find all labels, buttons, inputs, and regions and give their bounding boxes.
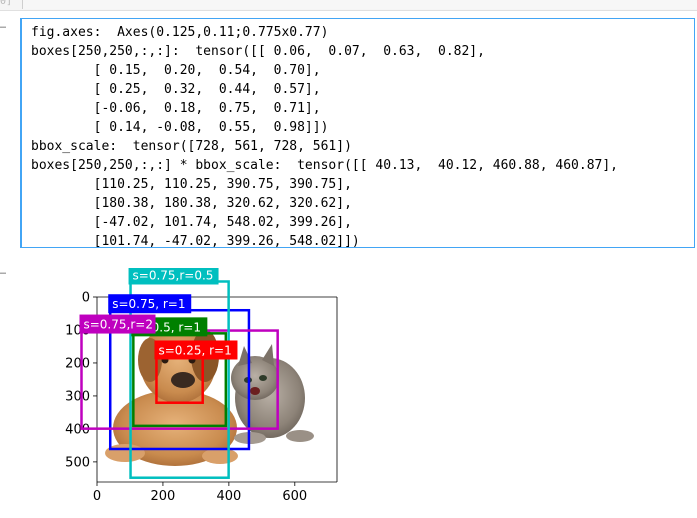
- output-line: boxes[250,250,:,:]: tensor([[ 0.06, 0.07…: [31, 44, 485, 59]
- box-label: s=0.75,r=0.5: [128, 268, 219, 285]
- x-tick-label: 400: [216, 489, 241, 504]
- y-tick-label: 300: [65, 389, 90, 404]
- x-tick-label: 0: [93, 489, 101, 504]
- box-label-text: s=0.25, r=1: [158, 343, 231, 357]
- output-line: [110.25, 110.25, 390.75, 390.75],: [31, 177, 352, 192]
- output-line: bbox_scale: tensor([728, 561, 728, 561]): [31, 139, 352, 154]
- box-label: s=0.75, r=1: [108, 294, 192, 314]
- output-line: [180.38, 180.38, 320.62, 320.62],: [31, 196, 352, 211]
- output-line: boxes[250,250,:,:] * bbox_scale: tensor(…: [31, 158, 618, 173]
- x-tick-label: 600: [282, 489, 307, 504]
- output-line: [ 0.25, 0.32, 0.44, 0.57],: [31, 82, 321, 97]
- cell-prompt: 0]: [0, 0, 13, 7]
- box-label: s=0.75,r=2: [79, 314, 156, 334]
- bbox-figure: 0100200300400500 0 200 400 600 s=0.75, r=1s…: [65, 268, 338, 504]
- output-collapse-ellipsis[interactable]: …: [0, 20, 6, 31]
- y-tick-label: 0: [82, 291, 90, 306]
- y-tick-label: 500: [65, 455, 90, 470]
- box-label-text: s=0.75,r=2: [83, 318, 152, 332]
- output-line: [-0.06, 0.18, 0.75, 0.71],: [31, 101, 321, 116]
- y-tick-label: 200: [65, 356, 90, 371]
- text-output-area: fig.axes: Axes(0.125,0.11;0.775x0.77) bo…: [20, 18, 695, 251]
- box-label-text: s=0.75,r=0.5: [133, 268, 214, 282]
- x-tick-label: 200: [151, 489, 176, 504]
- previous-cell-input[interactable]: [22, 0, 697, 9]
- box-label: s=0.25, r=1: [154, 340, 238, 360]
- output-line: [ 0.14, -0.08, 0.55, 0.98]]): [31, 120, 329, 135]
- output-line: [ 0.15, 0.20, 0.54, 0.70],: [31, 63, 321, 78]
- x-axis: 0 200 400 600: [93, 482, 307, 504]
- output-line: [-47.02, 101.74, 548.02, 399.26],: [31, 215, 352, 230]
- output-line: fig.axes: Axes(0.125,0.11;0.775x0.77): [31, 25, 329, 40]
- output-text: fig.axes: Axes(0.125,0.11;0.775x0.77) bo…: [22, 19, 694, 251]
- output-line: [101.74, -47.02, 399.26, 548.02]]): [31, 234, 360, 249]
- box-label-text: s=0.75, r=1: [112, 297, 185, 311]
